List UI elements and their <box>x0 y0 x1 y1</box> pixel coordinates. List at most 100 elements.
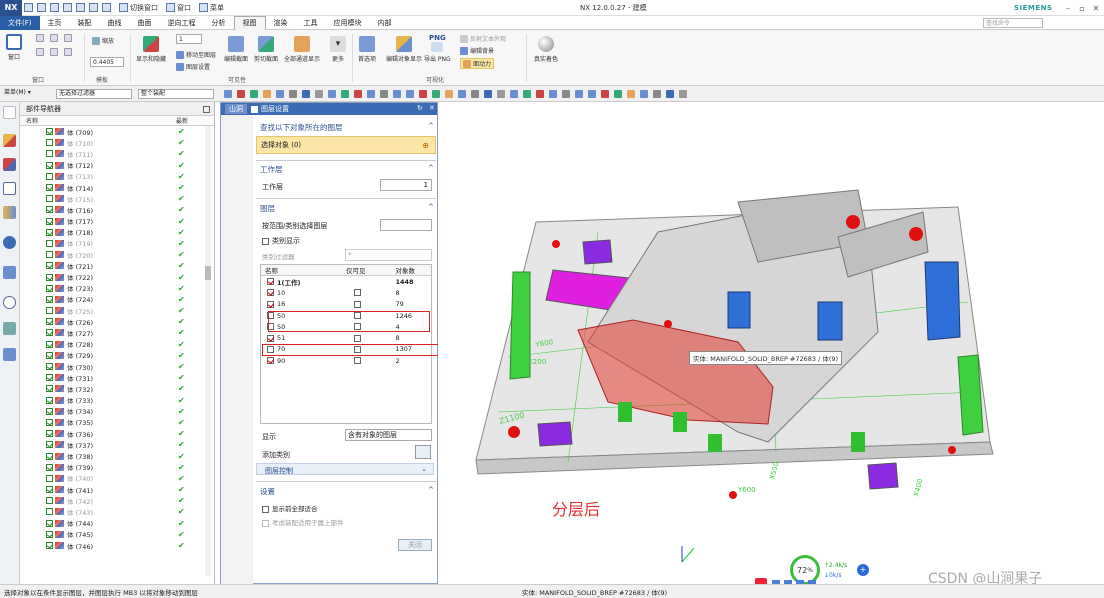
quadrant-icon[interactable] <box>653 90 661 98</box>
navigator-pin-icon[interactable] <box>203 106 210 113</box>
roles-icon[interactable] <box>3 348 16 361</box>
visibility-checkbox[interactable] <box>46 329 53 337</box>
reflection-text-button[interactable]: 反射文本外观 <box>460 34 506 43</box>
table-row[interactable]: 体 (716) ✔ <box>20 204 214 215</box>
table-row[interactable]: 体 (740) ✔ <box>20 473 214 484</box>
layer-row[interactable]: 16 79 <box>261 299 431 310</box>
arc-center-icon[interactable] <box>276 90 284 98</box>
ribbon-tab-7[interactable]: 视图 <box>233 15 266 30</box>
layer-visible-checkbox[interactable] <box>267 334 274 342</box>
dialog-close-icon[interactable]: ✕ <box>429 104 435 112</box>
settings-section[interactable]: 设置 ^ <box>260 486 444 497</box>
display-dropdown[interactable]: 含有对象的图层 <box>345 429 432 441</box>
visibility-checkbox[interactable] <box>46 150 53 158</box>
orient-icon[interactable] <box>380 90 388 98</box>
select-object-row[interactable]: 选择对象 (0) ⊕ <box>256 136 436 154</box>
table-row[interactable]: 体 (709) ✔ <box>20 126 214 137</box>
by-range-input[interactable] <box>380 219 432 231</box>
orient-icon[interactable] <box>562 90 570 98</box>
face-icon[interactable] <box>497 90 505 98</box>
category-display-checkbox[interactable]: 类别显示 <box>262 236 300 246</box>
layout-grid-1[interactable] <box>36 34 46 42</box>
web-browser-icon[interactable] <box>3 236 16 249</box>
visibility-checkbox[interactable] <box>46 318 53 326</box>
visibility-checkbox[interactable] <box>46 239 53 247</box>
preferences-button[interactable]: 首选项 <box>358 36 376 63</box>
snap-icon[interactable] <box>588 90 596 98</box>
layer-settings-button[interactable]: 图层设置 <box>176 62 210 71</box>
layout-grid-5[interactable] <box>50 48 60 56</box>
render-icon[interactable] <box>393 90 401 98</box>
visibility-checkbox[interactable] <box>46 295 53 303</box>
table-row[interactable]: 体 (722) ✔ <box>20 271 214 282</box>
visibility-checkbox[interactable] <box>46 128 53 136</box>
table-row[interactable]: 体 (738) ✔ <box>20 450 214 461</box>
col-layer-name[interactable]: 名称 <box>261 265 346 275</box>
mid-point-icon[interactable] <box>263 90 271 98</box>
paste-icon[interactable] <box>89 3 98 12</box>
table-row[interactable]: 体 (718) ✔ <box>20 227 214 238</box>
arc-center-icon[interactable] <box>640 90 648 98</box>
visibility-checkbox[interactable] <box>46 441 53 449</box>
table-row[interactable]: 体 (741) ✔ <box>20 484 214 495</box>
command-search-input[interactable]: 查找命令 <box>983 18 1043 28</box>
visibility-checkbox[interactable] <box>46 262 53 270</box>
ribbon-tab-9[interactable]: 工具 <box>296 16 326 30</box>
history-icon[interactable] <box>3 266 16 279</box>
close-icon[interactable]: ✕ <box>1090 2 1102 14</box>
visibility-checkbox[interactable] <box>46 284 53 292</box>
switch-window-button[interactable]: 切换窗口 <box>115 1 160 15</box>
table-row[interactable]: 体 (723) ✔ <box>20 283 214 294</box>
graphics-window[interactable]: Z1100 X200 Y600 Y600 X400 X550 <box>438 102 1104 584</box>
window-ribbon-button[interactable]: 窗口 <box>6 34 22 61</box>
plus-icon[interactable]: + <box>857 564 869 576</box>
menu-dropdown[interactable]: 菜单(M) ▾ <box>2 89 50 99</box>
reuse-library-icon[interactable] <box>3 206 16 219</box>
repeat-icon[interactable] <box>102 3 111 12</box>
visibility-checkbox[interactable] <box>46 418 53 426</box>
visibility-checkbox[interactable] <box>46 228 53 236</box>
ribbon-tab-3[interactable]: 曲线 <box>100 16 130 30</box>
visible-only-checkbox[interactable] <box>353 300 361 308</box>
curve-icon[interactable] <box>328 90 336 98</box>
show-all-sections-button[interactable]: 全部通道显示 <box>284 36 320 63</box>
scrollbar-thumb[interactable] <box>205 266 211 280</box>
layer-row[interactable]: 51 8 <box>261 332 431 343</box>
save-icon[interactable] <box>24 3 33 12</box>
clock-icon[interactable] <box>3 296 16 309</box>
ribbon-tab-0[interactable]: 文件(F) <box>0 15 40 30</box>
end-point-icon[interactable] <box>432 90 440 98</box>
table-row[interactable]: 体 (719) ✔ <box>20 238 214 249</box>
visibility-checkbox[interactable] <box>46 363 53 371</box>
dialog-tab-small[interactable]: 山洞 <box>225 104 247 114</box>
layer-visible-checkbox[interactable] <box>267 300 274 308</box>
table-row[interactable]: 体 (731) ✔ <box>20 372 214 383</box>
snap-icon[interactable] <box>406 90 414 98</box>
table-row[interactable]: 体 (726) ✔ <box>20 316 214 327</box>
visibility-checkbox[interactable] <box>46 340 53 348</box>
process-studio-icon[interactable] <box>3 322 16 335</box>
find-object-section[interactable]: 查找以下对象所在的图层 ^ <box>260 122 444 133</box>
true-shading-button[interactable]: 真实着色 <box>534 36 558 63</box>
visibility-checkbox[interactable] <box>46 374 53 382</box>
layer-section[interactable]: 图层 ^ <box>260 203 444 214</box>
view-icon[interactable] <box>523 90 531 98</box>
quadrant-icon[interactable] <box>289 90 297 98</box>
end-point-icon[interactable] <box>614 90 622 98</box>
visibility-checkbox[interactable] <box>46 542 53 550</box>
point-icon[interactable] <box>237 90 245 98</box>
scale-button[interactable]: 缩放 <box>92 36 114 45</box>
visibility-checkbox[interactable] <box>46 474 53 482</box>
selection-scope-dropdown[interactable]: 整个装配 <box>138 89 214 99</box>
copy-icon[interactable] <box>76 3 85 12</box>
table-row[interactable]: 体 (745) ✔ <box>20 529 214 540</box>
ribbon-tab-6[interactable]: 分析 <box>204 16 234 30</box>
layout-grid-2[interactable] <box>50 34 60 42</box>
layer-row[interactable]: 10 8 <box>261 287 431 298</box>
table-row[interactable]: 体 (742) ✔ <box>20 495 214 506</box>
category-filter-dropdown[interactable]: * <box>345 249 432 261</box>
close-button[interactable]: 关闭 <box>398 539 432 551</box>
ribbon-tab-8[interactable]: 渲染 <box>266 16 296 30</box>
visibility-checkbox[interactable] <box>46 385 53 393</box>
edit-section-button[interactable]: 编辑截面 <box>224 36 248 63</box>
